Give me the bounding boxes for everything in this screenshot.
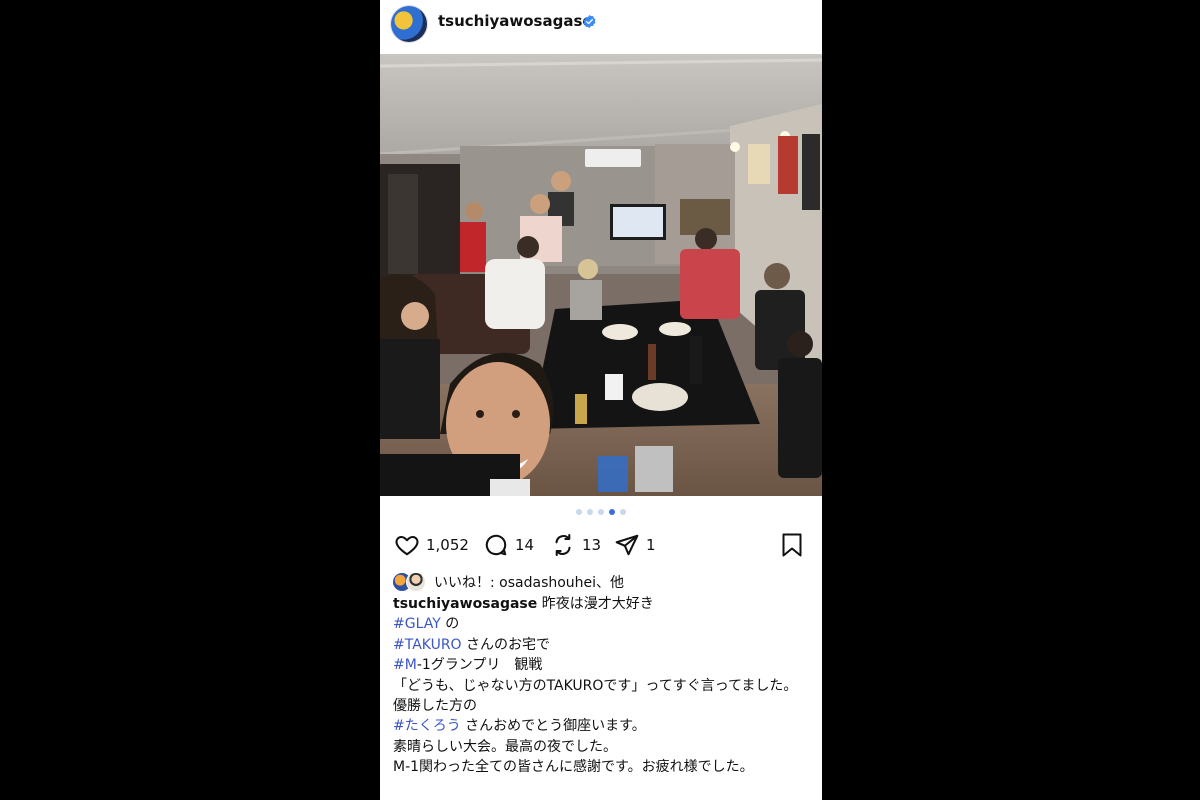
post-username[interactable]: tsuchiyawosagase: [438, 12, 593, 30]
share-action[interactable]: 1: [614, 530, 656, 560]
caption-text: 素晴らしい大会。最高の夜でした。: [393, 738, 617, 755]
caption-text: -1グランプリ 観戦: [416, 657, 543, 674]
repost-icon[interactable]: [550, 532, 576, 558]
caption-text: さんのお宅で: [461, 636, 551, 653]
caption-text: M-1関わった全ての皆さんに感謝です。お疲れ様でした。: [393, 759, 754, 776]
send-icon[interactable]: [614, 532, 640, 558]
caption-text: 「どうも、じゃない方のTAKUROです」ってすぐ言ってました。: [393, 677, 798, 694]
like-count: 1,052: [426, 536, 469, 554]
hashtag-link[interactable]: #M: [393, 657, 417, 673]
caption-text: 昨夜は漫才大好き: [541, 596, 654, 612]
repost-action[interactable]: 13: [550, 530, 601, 560]
comment-icon[interactable]: [483, 532, 509, 558]
carousel-dot-active[interactable]: [609, 509, 615, 515]
carousel-dot[interactable]: [576, 509, 582, 515]
comment-action[interactable]: 14: [483, 530, 534, 560]
comment-count: 14: [515, 536, 535, 554]
carousel-dot[interactable]: [598, 509, 604, 515]
post-caption: tsuchiyawosagase 昨夜は漫才大好き #GLAY の #TAKUR…: [393, 594, 813, 778]
hashtag-link[interactable]: #たくろう: [393, 718, 461, 734]
action-bar: 1,052 14 13 1: [380, 530, 822, 560]
party-photo-illustration: [380, 54, 822, 496]
bookmark-icon[interactable]: [780, 532, 804, 558]
like-action[interactable]: 1,052: [394, 530, 469, 560]
caption-text: の: [440, 616, 460, 633]
caption-username[interactable]: tsuchiyawosagase: [393, 596, 537, 612]
hashtag-link[interactable]: #GLAY: [393, 616, 441, 632]
carousel-dot[interactable]: [620, 509, 626, 515]
verified-badge-icon: [583, 14, 596, 29]
hashtag-link[interactable]: #TAKURO: [393, 637, 462, 653]
share-count: 1: [646, 536, 656, 554]
caption-text: さんおめでとう御座います。: [460, 718, 646, 735]
liked-by-row[interactable]: いいね！: osadashouhei、他: [392, 571, 624, 593]
caption-text: 優勝した方の: [393, 698, 477, 715]
carousel-dot[interactable]: [587, 509, 593, 515]
instagram-post: tsuchiyawosagase 1,052 14 13 1 いいね！: osa…: [380, 0, 822, 800]
carousel-indicator: [380, 509, 822, 517]
post-photo[interactable]: [380, 54, 822, 496]
liked-by-text: いいね！: osadashouhei、他: [434, 575, 625, 591]
profile-avatar[interactable]: [391, 6, 427, 42]
liker-avatar: [406, 572, 426, 592]
heart-icon[interactable]: [394, 532, 420, 558]
repost-count: 13: [582, 536, 602, 554]
post-header: tsuchiyawosagase: [380, 0, 822, 52]
